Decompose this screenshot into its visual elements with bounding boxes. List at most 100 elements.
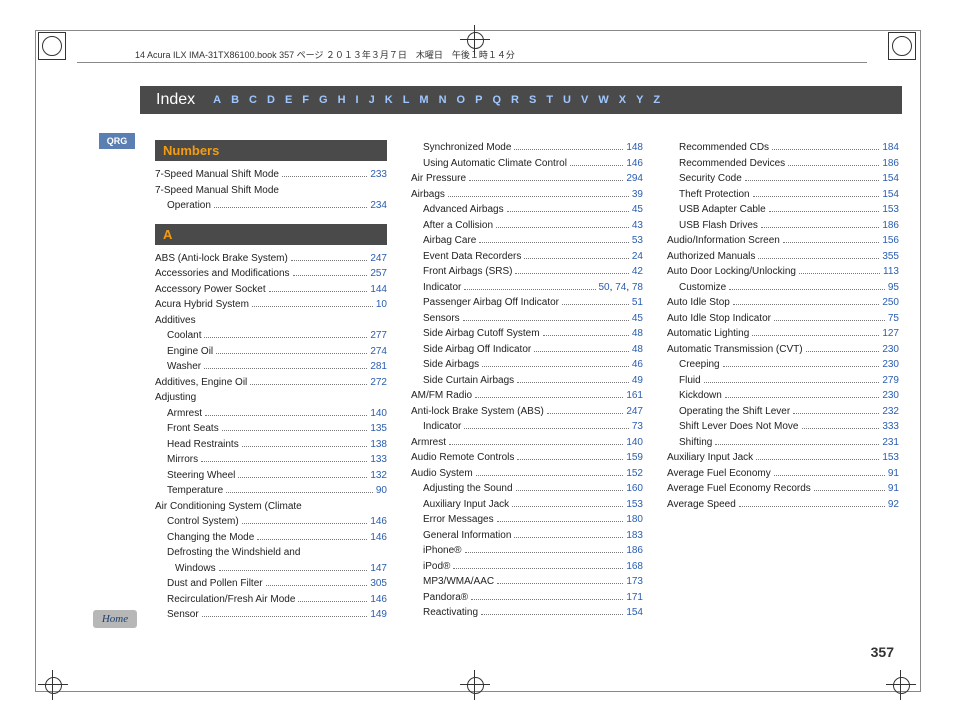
index-entry-page[interactable]: 135 [370, 421, 387, 437]
index-entry[interactable]: Additives, Engine Oil272 [155, 375, 387, 391]
index-letter-link[interactable]: R [511, 94, 519, 106]
index-entry-page[interactable]: 144 [370, 282, 387, 298]
index-entry[interactable]: Theft Protection154 [667, 187, 899, 203]
index-entry-page[interactable]: 73 [632, 419, 643, 435]
index-entry[interactable]: Error Messages180 [411, 512, 643, 528]
index-entry[interactable]: Dust and Pollen Filter305 [155, 576, 387, 592]
index-entry[interactable]: Accessories and Modifications257 [155, 266, 387, 282]
index-entry[interactable]: Average Fuel Economy Records91 [667, 481, 899, 497]
index-letter-link[interactable]: I [356, 94, 359, 106]
index-entry-page[interactable]: 39 [632, 187, 643, 203]
index-entry[interactable]: Advanced Airbags45 [411, 202, 643, 218]
index-entry-page[interactable]: 277 [370, 328, 387, 344]
index-letter-link[interactable]: E [285, 94, 292, 106]
index-entry-page[interactable]: 91 [888, 481, 899, 497]
index-entry[interactable]: Passenger Airbag Off Indicator51 [411, 295, 643, 311]
index-entry[interactable]: Temperature90 [155, 483, 387, 499]
index-entry-page[interactable]: 355 [882, 249, 899, 265]
index-entry[interactable]: USB Flash Drives186 [667, 218, 899, 234]
index-letter-link[interactable]: K [385, 94, 393, 106]
index-entry-page[interactable]: 153 [882, 450, 899, 466]
index-entry[interactable]: Customize95 [667, 280, 899, 296]
index-entry[interactable]: Accessory Power Socket144 [155, 282, 387, 298]
index-entry-page[interactable]: 154 [626, 605, 643, 621]
index-entry[interactable]: Side Airbag Off Indicator48 [411, 342, 643, 358]
index-entry-page[interactable]: 247 [370, 251, 387, 267]
index-entry-page[interactable]: 186 [882, 218, 899, 234]
index-entry-page[interactable]: 153 [882, 202, 899, 218]
index-letter-link[interactable]: X [619, 94, 626, 106]
index-entry[interactable]: Adjusting the Sound160 [411, 481, 643, 497]
index-entry-page[interactable]: 91 [888, 466, 899, 482]
index-entry[interactable]: Armrest140 [411, 435, 643, 451]
index-entry-page[interactable]: 90 [376, 483, 387, 499]
index-entry[interactable]: Event Data Recorders24 [411, 249, 643, 265]
index-letter-link[interactable]: S [529, 94, 536, 106]
index-entry[interactable]: Coolant277 [155, 328, 387, 344]
index-entry[interactable]: Sensors45 [411, 311, 643, 327]
index-entry[interactable]: General Information183 [411, 528, 643, 544]
index-entry[interactable]: Auto Idle Stop Indicator75 [667, 311, 899, 327]
index-entry[interactable]: Shifting231 [667, 435, 899, 451]
index-letter-link[interactable]: J [369, 94, 375, 106]
index-entry-page[interactable]: 149 [370, 607, 387, 623]
index-entry-page[interactable]: 183 [626, 528, 643, 544]
index-entry[interactable]: Auto Door Locking/Unlocking113 [667, 264, 899, 280]
index-entry[interactable]: Automatic Transmission (CVT)230 [667, 342, 899, 358]
index-entry[interactable]: Engine Oil274 [155, 344, 387, 360]
index-entry-page[interactable]: 305 [370, 576, 387, 592]
index-entry-page[interactable]: 140 [370, 406, 387, 422]
index-entry-page[interactable]: 45 [632, 202, 643, 218]
index-letter-link[interactable]: N [439, 94, 447, 106]
index-entry[interactable]: Auxiliary Input Jack153 [411, 497, 643, 513]
index-entry-page[interactable]: 173 [626, 574, 643, 590]
index-entry-page[interactable]: 232 [882, 404, 899, 420]
index-entry[interactable]: Indicator73 [411, 419, 643, 435]
index-letter-link[interactable]: C [249, 94, 257, 106]
index-letter-link[interactable]: T [546, 94, 553, 106]
index-entry[interactable]: Windows147 [155, 561, 387, 577]
index-entry[interactable]: Head Restraints138 [155, 437, 387, 453]
index-entry[interactable]: Creeping230 [667, 357, 899, 373]
index-entry-page[interactable]: 154 [882, 187, 899, 203]
index-entry-page[interactable]: 247 [626, 404, 643, 420]
index-entry[interactable]: Audio Remote Controls159 [411, 450, 643, 466]
index-entry[interactable]: Airbag Care53 [411, 233, 643, 249]
index-entry-page[interactable]: 138 [370, 437, 387, 453]
index-letter-link[interactable]: W [598, 94, 608, 106]
index-entry[interactable]: Synchronized Mode148 [411, 140, 643, 156]
index-entry-page[interactable]: 152 [626, 466, 643, 482]
index-entry[interactable]: Audio/Information Screen156 [667, 233, 899, 249]
index-entry[interactable]: ABS (Anti-lock Brake System)247 [155, 251, 387, 267]
index-entry[interactable]: Automatic Lighting127 [667, 326, 899, 342]
index-entry[interactable]: Average Fuel Economy91 [667, 466, 899, 482]
index-entry[interactable]: Auto Idle Stop250 [667, 295, 899, 311]
index-entry[interactable]: Operating the Shift Lever232 [667, 404, 899, 420]
index-entry[interactable]: Average Speed92 [667, 497, 899, 513]
index-entry-page[interactable]: 180 [626, 512, 643, 528]
index-entry-page[interactable]: 140 [626, 435, 643, 451]
index-entry-page[interactable]: 43 [632, 218, 643, 234]
index-letter-link[interactable]: Y [636, 94, 643, 106]
index-entry-page[interactable]: 234 [370, 198, 387, 214]
index-entry[interactable]: Mirrors133 [155, 452, 387, 468]
index-entry-page[interactable]: 257 [370, 266, 387, 282]
index-entry-page[interactable]: 148 [626, 140, 643, 156]
index-entry-page[interactable]: 153 [626, 497, 643, 513]
index-entry[interactable]: Front Seats135 [155, 421, 387, 437]
index-entry-page[interactable]: 46 [632, 357, 643, 373]
index-entry-page[interactable]: 186 [882, 156, 899, 172]
index-entry[interactable]: Auxiliary Input Jack153 [667, 450, 899, 466]
index-entry-page[interactable]: 48 [632, 326, 643, 342]
index-entry-page[interactable]: 274 [370, 344, 387, 360]
index-entry-page[interactable]: 49 [632, 373, 643, 389]
index-entry-page[interactable]: 184 [882, 140, 899, 156]
index-letter-link[interactable]: L [403, 94, 410, 106]
index-entry-page[interactable]: 171 [626, 590, 643, 606]
index-letter-link[interactable]: G [319, 94, 328, 106]
index-entry-page[interactable]: 92 [888, 497, 899, 513]
index-entry[interactable]: AM/FM Radio161 [411, 388, 643, 404]
index-entry[interactable]: 7-Speed Manual Shift Mode233 [155, 167, 387, 183]
index-entry-page[interactable]: 95 [888, 280, 899, 296]
index-entry-page[interactable]: 132 [370, 468, 387, 484]
